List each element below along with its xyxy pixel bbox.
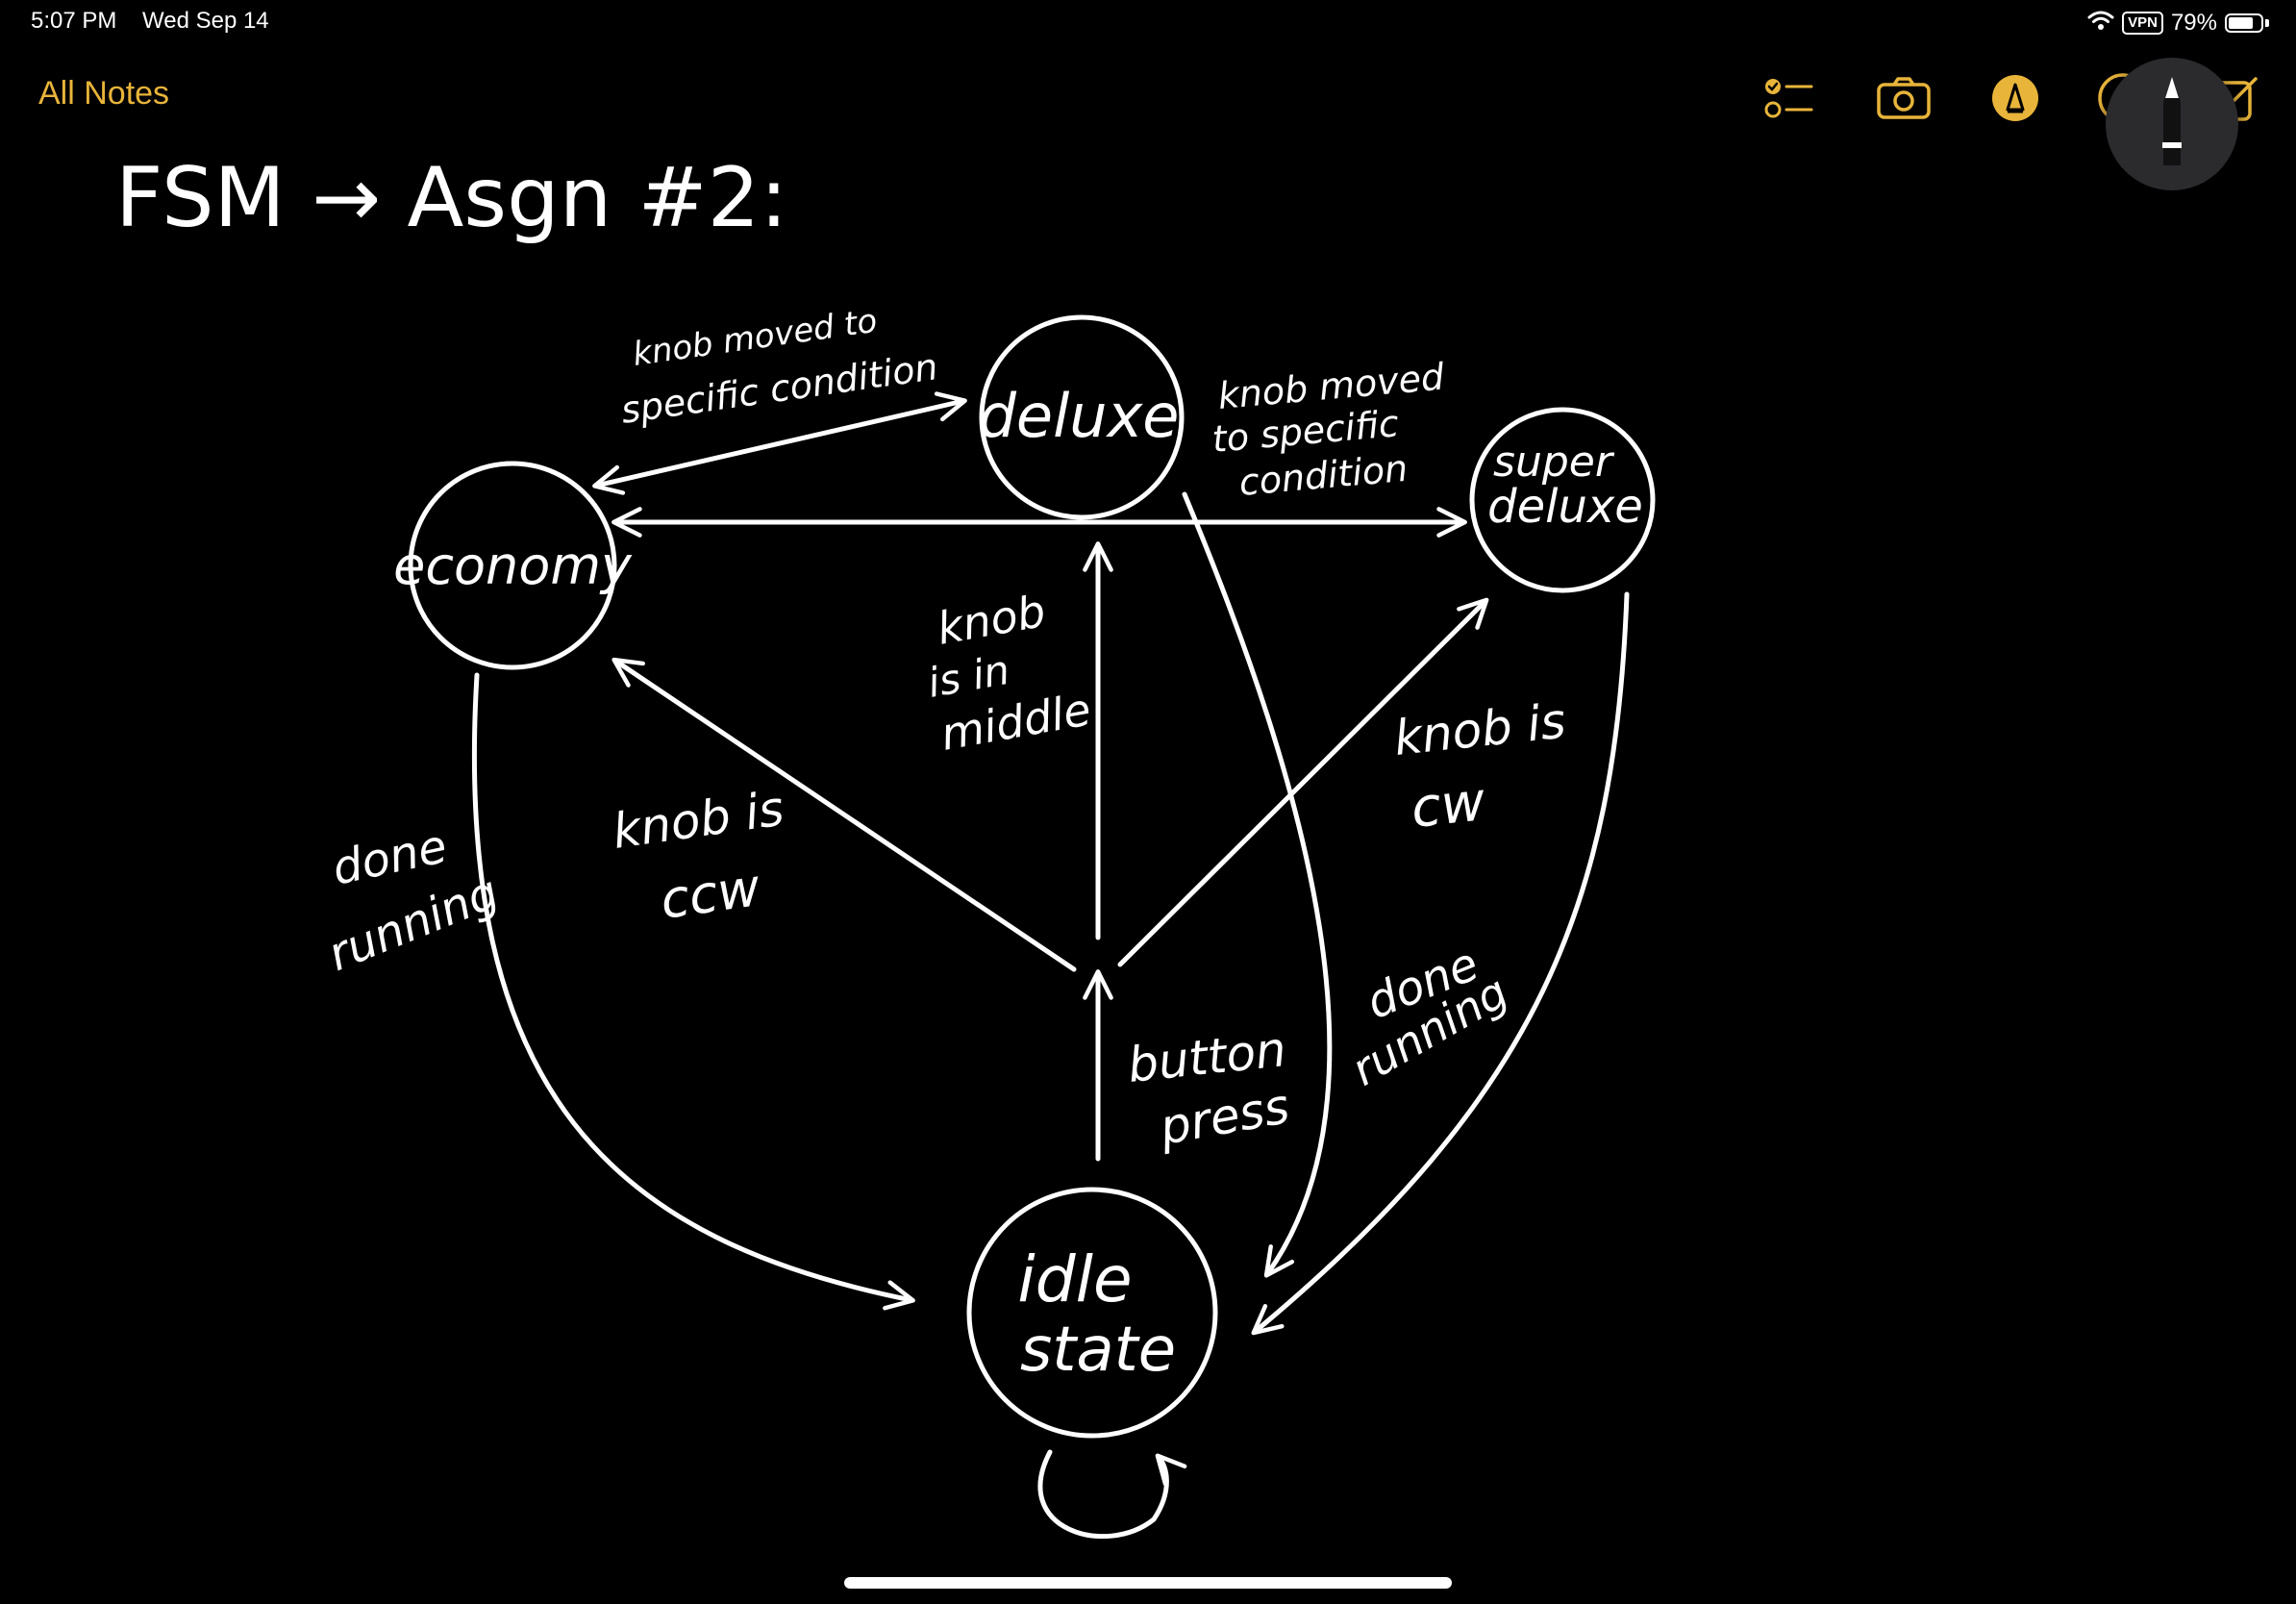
vpn-badge: VPN xyxy=(2122,12,2163,35)
label-button-press-2: press xyxy=(1155,1078,1293,1156)
label-knob-middle-1: knob xyxy=(934,585,1050,655)
state-deluxe-label: deluxe xyxy=(979,381,1180,451)
status-indicators: VPN 79% xyxy=(2087,8,2269,38)
battery-icon xyxy=(2225,13,2263,33)
state-economy-label: economy xyxy=(393,536,633,596)
battery-percent: 79% xyxy=(2170,10,2217,36)
camera-icon[interactable] xyxy=(1875,69,1933,127)
label-knob-cw-1: knob is xyxy=(1391,693,1568,766)
status-date: Wed Sep 14 xyxy=(142,8,269,34)
battery-nub xyxy=(2265,19,2269,27)
label-done-left-1: done xyxy=(328,819,452,896)
state-idle-label-2: state xyxy=(1020,1315,1176,1386)
markup-icon[interactable] xyxy=(1986,69,2044,127)
note-title: FSM → Asgn #2: xyxy=(115,150,787,246)
arrow-economy-idle xyxy=(471,672,915,1311)
wifi-icon xyxy=(2087,10,2114,38)
drawing-canvas[interactable]: FSM → Asgn #2: economy deluxe super delu… xyxy=(0,135,2296,1577)
status-bar: 5:07 PM Wed Sep 14 VPN 79% xyxy=(0,0,2296,46)
status-time: 5:07 PM xyxy=(31,8,117,34)
label-knob-cw-2: cw xyxy=(1409,770,1488,840)
checklist-icon[interactable] xyxy=(1759,69,1817,127)
arrow-idle-self-loop xyxy=(1037,1449,1187,1540)
label-knob-ccw-1: knob is xyxy=(610,781,787,860)
label-knob-ccw-2: ccw xyxy=(657,857,764,931)
all-notes-back-button[interactable]: All Notes xyxy=(38,75,169,113)
home-indicator[interactable] xyxy=(844,1577,1452,1589)
state-super-label-2: deluxe xyxy=(1487,480,1643,534)
arrow-deluxe-idle xyxy=(1182,491,1333,1278)
state-idle-label: idle xyxy=(1017,1242,1132,1316)
note-toolbar: All Notes xyxy=(0,58,2296,135)
